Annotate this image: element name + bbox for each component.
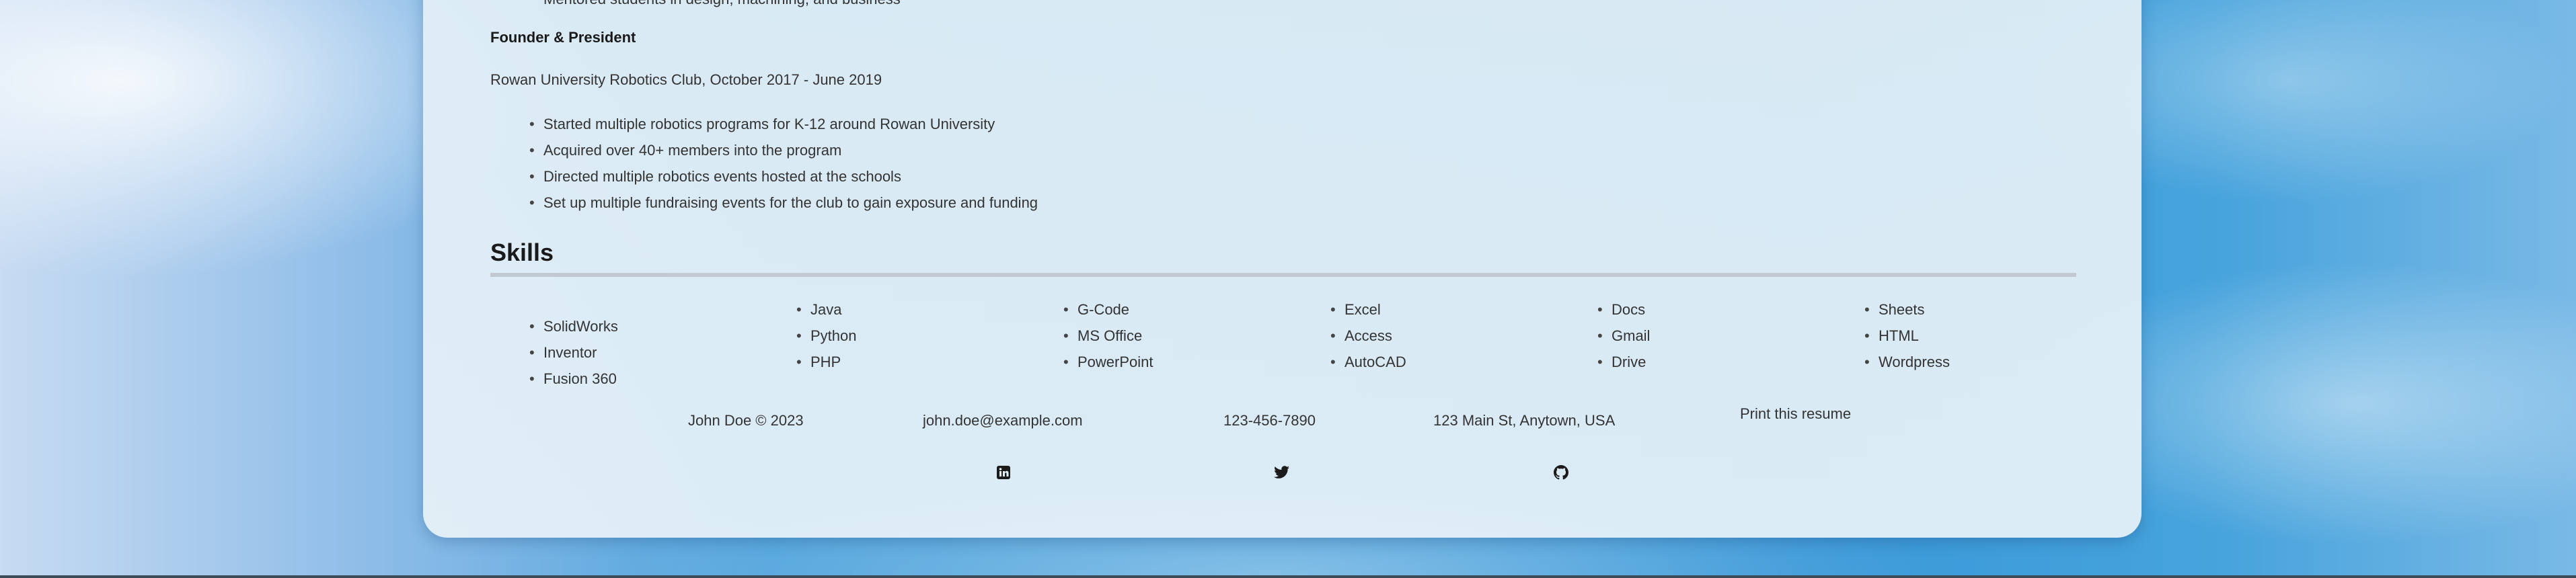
skill-item: Access xyxy=(1319,323,1406,349)
duty-item: Started multiple robotics programs for K… xyxy=(518,111,1038,137)
skill-item: Fusion 360 xyxy=(518,366,618,392)
skills-column-web: Sheets HTML Wordpress xyxy=(1853,296,1950,375)
skill-item: PowerPoint xyxy=(1052,349,1153,375)
previous-duty-fragment: Mentored students in design, machining, … xyxy=(543,0,901,8)
duties-list: Started multiple robotics programs for K… xyxy=(518,111,1038,216)
footer-copyright: John Doe © 2023 xyxy=(688,412,804,429)
twitter-icon[interactable] xyxy=(1273,464,1291,481)
skills-column-cad: SolidWorks Inventor Fusion 360 xyxy=(518,313,618,392)
skill-item: Python xyxy=(785,323,857,349)
skill-item: Sheets xyxy=(1853,296,1950,323)
footer-phone[interactable]: 123-456-7890 xyxy=(1223,412,1316,429)
skills-divider xyxy=(490,273,2076,277)
duty-item: Acquired over 40+ members into the progr… xyxy=(518,137,1038,163)
skill-item: Gmail xyxy=(1586,323,1650,349)
skill-item: G-Code xyxy=(1052,296,1153,323)
duty-item: Set up multiple fundraising events for t… xyxy=(518,190,1038,216)
skills-column-programming: Java Python PHP xyxy=(785,296,857,375)
skills-column-office: G-Code MS Office PowerPoint xyxy=(1052,296,1153,375)
duty-item: Directed multiple robotics events hosted… xyxy=(518,163,1038,190)
skill-item: Inventor xyxy=(518,339,618,366)
skill-item: SolidWorks xyxy=(518,313,618,339)
footer-address: 123 Main St, Anytown, USA xyxy=(1433,412,1616,429)
skill-item: Wordpress xyxy=(1853,349,1950,375)
window-bottom-border xyxy=(0,575,2576,578)
skill-item: Docs xyxy=(1586,296,1650,323)
skill-item: AutoCAD xyxy=(1319,349,1406,375)
skill-item: PHP xyxy=(785,349,857,375)
linkedin-icon[interactable] xyxy=(995,464,1012,481)
skill-item: Java xyxy=(785,296,857,323)
skill-item: MS Office xyxy=(1052,323,1153,349)
skills-heading: Skills xyxy=(490,239,554,266)
skill-item: HTML xyxy=(1853,323,1950,349)
skills-column-data: Excel Access AutoCAD xyxy=(1319,296,1406,375)
skill-item: Drive xyxy=(1586,349,1650,375)
skill-item: Excel xyxy=(1319,296,1406,323)
footer-email[interactable]: john.doe@example.com xyxy=(923,412,1083,429)
role-organization-dates: Rowan University Robotics Club, October … xyxy=(490,71,882,88)
skills-column-google: Docs Gmail Drive xyxy=(1586,296,1650,375)
print-resume-button[interactable]: Print this resume xyxy=(1740,405,1851,423)
role-title: Founder & President xyxy=(490,29,636,46)
github-icon[interactable] xyxy=(1552,464,1570,481)
